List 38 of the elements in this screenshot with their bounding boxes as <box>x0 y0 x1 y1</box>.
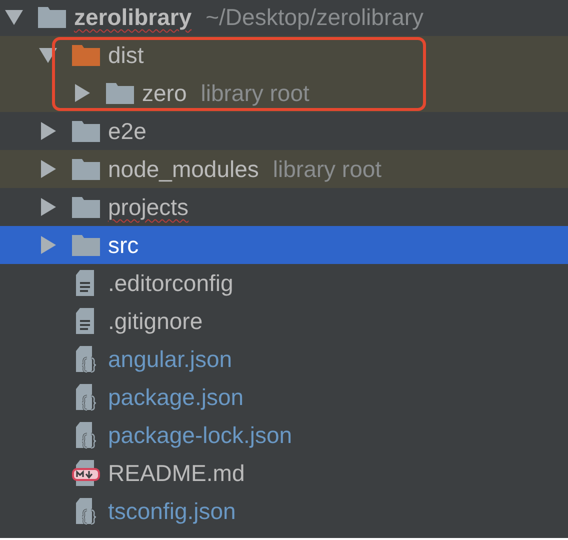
tree-row[interactable]: src <box>0 226 568 264</box>
expand-arrow-icon[interactable] <box>38 197 58 217</box>
item-name: angular.json <box>108 346 232 372</box>
item-path-hint: library root <box>200 80 310 106</box>
item-path-hint: ~/Desktop/zerolibrary <box>206 4 424 30</box>
item-name: package-lock.json <box>108 422 292 448</box>
tree-row[interactable]: dist <box>0 36 568 74</box>
expand-arrow-icon[interactable] <box>72 83 92 103</box>
tree-row[interactable]: package-lock.json <box>0 416 568 454</box>
item-name: zerolibrary <box>74 4 192 30</box>
item-path-hint: library root <box>272 156 382 182</box>
item-name: node_modules <box>108 156 259 182</box>
tree-row[interactable]: README.md <box>0 454 568 492</box>
tree-row[interactable]: e2e <box>0 112 568 150</box>
item-name: zero <box>142 80 187 106</box>
expand-arrow-icon[interactable] <box>38 235 58 255</box>
item-name: .editorconfig <box>108 270 234 296</box>
item-name: dist <box>108 42 144 68</box>
item-name: README.md <box>108 460 245 486</box>
expand-arrow-icon[interactable] <box>38 159 58 179</box>
item-name: src <box>108 232 139 258</box>
collapse-arrow-icon[interactable] <box>38 45 58 65</box>
collapse-arrow-icon[interactable] <box>4 7 24 27</box>
tree-row[interactable]: .editorconfig <box>0 264 568 302</box>
item-name: package.json <box>108 384 244 410</box>
item-name: tsconfig.json <box>108 498 236 524</box>
tree-row[interactable]: zero library root <box>0 74 568 112</box>
expand-arrow-icon[interactable] <box>38 121 58 141</box>
tree-row[interactable]: tsconfig.json <box>0 492 568 530</box>
item-name: e2e <box>108 118 146 144</box>
item-name: .gitignore <box>108 308 203 334</box>
tree-row[interactable]: package.json <box>0 378 568 416</box>
tree-row[interactable]: node_modules library root <box>0 150 568 188</box>
item-name: projects <box>108 194 189 220</box>
tree-row[interactable]: angular.json <box>0 340 568 378</box>
tree-row[interactable]: zerolibrary ~/Desktop/zerolibrary <box>0 0 568 36</box>
tree-row[interactable]: .gitignore <box>0 302 568 340</box>
tree-row[interactable]: projects <box>0 188 568 226</box>
